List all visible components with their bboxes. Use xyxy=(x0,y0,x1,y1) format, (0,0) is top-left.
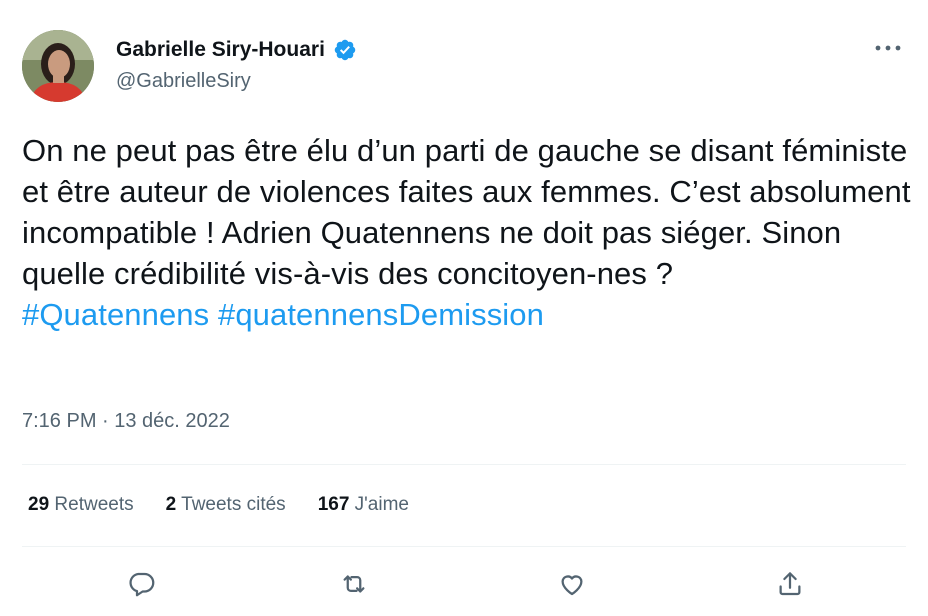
likes-stat[interactable]: 167 J'aime xyxy=(318,494,409,516)
likes-label: J'aime xyxy=(354,494,409,515)
tweet-body: On ne peut pas être élu d’un parti de ga… xyxy=(22,133,911,291)
divider xyxy=(22,546,906,547)
reply-button[interactable] xyxy=(122,564,162,604)
hashtag-link[interactable]: #Quatennens xyxy=(22,297,209,332)
more-dots-icon xyxy=(875,45,901,51)
retweets-count: 29 xyxy=(28,494,50,515)
tweet-actions xyxy=(0,564,928,604)
verified-badge-icon xyxy=(333,38,357,62)
author-name[interactable]: Gabrielle Siry-Houari xyxy=(116,38,325,62)
author-handle[interactable]: @GabrielleSiry xyxy=(116,70,251,93)
retweets-stat[interactable]: 29 Retweets xyxy=(28,494,134,516)
hashtag-link[interactable]: #quatennensDemission xyxy=(218,297,544,332)
divider xyxy=(22,464,906,465)
retweet-button[interactable] xyxy=(334,564,374,604)
share-button[interactable] xyxy=(770,564,810,604)
tweet-text: On ne peut pas être élu d’un parti de ga… xyxy=(22,130,912,335)
retweet-icon xyxy=(343,575,365,593)
quotes-count: 2 xyxy=(165,494,177,515)
more-options-button[interactable] xyxy=(868,36,908,60)
author-name-row: Gabrielle Siry-Houari xyxy=(116,38,357,62)
avatar[interactable] xyxy=(22,30,94,102)
quote-tweets-stat[interactable]: 2 Tweets cités xyxy=(166,494,286,516)
heart-icon xyxy=(561,575,583,596)
tweet-card: Gabrielle Siry-Houari @GabrielleSiry On … xyxy=(0,0,928,616)
like-button[interactable] xyxy=(552,564,592,604)
likes-count: 167 xyxy=(317,494,350,515)
share-icon xyxy=(779,572,801,596)
tweet-stats: 29 Retweets 2 Tweets cités 167 J'aime xyxy=(28,494,409,516)
retweets-label: Retweets xyxy=(54,494,134,515)
tweet-timestamp[interactable]: 7:16 PM · 13 déc. 2022 xyxy=(22,410,230,433)
quotes-label: Tweets cités xyxy=(181,494,286,515)
reply-icon xyxy=(129,572,155,597)
avatar-image xyxy=(22,30,94,102)
